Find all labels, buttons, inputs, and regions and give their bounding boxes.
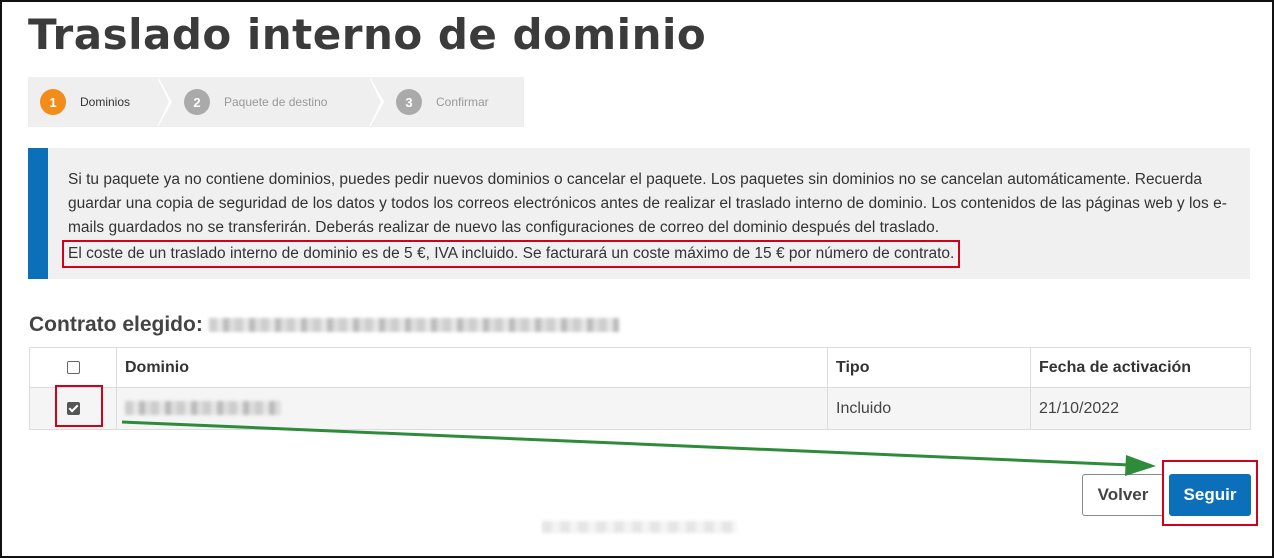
window-frame: Traslado interno de dominio 1 Dominios 2… [0,0,1274,558]
step-label: Paquete de destino [224,95,328,109]
row-domain [116,387,828,430]
select-all-cell [29,347,117,388]
contract-label-text: Contrato elegido: [29,313,203,336]
step-confirmar[interactable]: 3 Confirmar [370,77,524,127]
row-type: Incluido [827,387,1031,430]
table-row[interactable]: Incluido 21/10/2022 [29,387,1251,430]
header-domain: Dominio [116,347,828,388]
back-button[interactable]: Volver [1082,474,1164,516]
info-box: Si tu paquete ya no contiene dominios, p… [28,148,1250,279]
step-number: 3 [396,89,422,115]
arrow-head-icon [1125,455,1156,476]
page-title: Traslado interno de dominio [28,10,707,59]
step-label: Confirmar [436,95,489,109]
domains-table: Dominio Tipo Fecha de activación Incluid… [29,347,1251,430]
step-label: Dominios [80,95,131,109]
contract-label: Contrato elegido: [29,313,619,337]
checkbox-annotation-box [55,385,103,427]
next-button-annotation-box [1162,460,1258,526]
stepper: 1 Dominios 2 Paquete de destino 3 Confir… [28,77,524,127]
row-activation: 21/10/2022 [1030,387,1251,430]
select-all-checkbox[interactable] [66,360,80,374]
domain-redacted [125,401,281,416]
header-type: Tipo [827,347,1031,388]
cost-note: El coste de un traslado interno de domin… [62,240,961,268]
info-text: Si tu paquete ya no contiene dominios, p… [68,171,1227,236]
step-separator-fill [157,77,169,127]
step-dominios[interactable]: 1 Dominios [28,77,172,127]
footer-redacted [542,521,736,533]
step-paquete-de-destino[interactable]: 2 Paquete de destino [158,77,384,127]
step-separator-fill [369,77,381,127]
table-header-row: Dominio Tipo Fecha de activación [29,347,1251,388]
step-number: 1 [40,89,66,115]
step-number: 2 [184,89,210,115]
header-activation: Fecha de activación [1030,347,1251,388]
contract-value-redacted [208,318,619,333]
